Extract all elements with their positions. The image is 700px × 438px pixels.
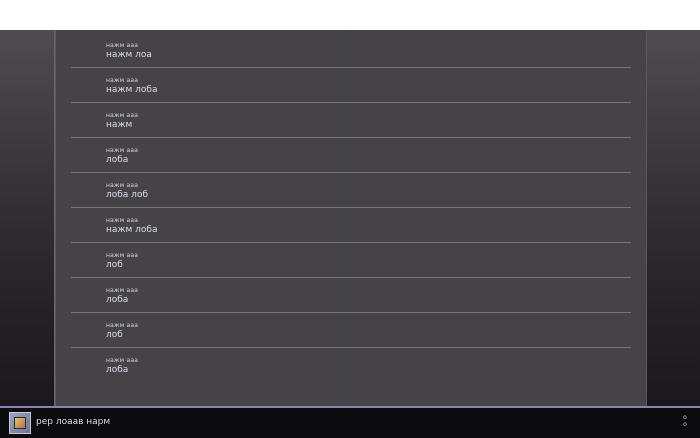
list-item-kicker: нажм ааа [106,217,139,224]
list-item-kicker: нажм ааа [106,42,139,49]
list-item-kicker: нажм ааа [106,112,139,119]
app-icon-glyph [14,417,26,429]
settings-list: нажм ааа нажм лоа нажм ааа нажм лоба наж… [71,33,631,383]
list-item-kicker: нажм ааа [106,182,139,189]
list-item-kicker: нажм ааа [106,252,139,259]
list-item[interactable]: нажм ааа лоб [71,313,631,348]
list-item-value: нажм лоба [106,225,158,235]
app-window: нажм ааа нажм лоа нажм ааа нажм лоба наж… [0,30,700,406]
tray-glyph: о [683,421,687,428]
list-item-value: нажм лоба [106,85,158,95]
list-item-value: нажм лоа [106,50,152,60]
list-item-value: лоба [106,155,129,165]
taskbar-title[interactable]: рер лоаав нарм [36,417,110,428]
list-item[interactable]: нажм ааа нажм лоба [71,208,631,243]
list-item[interactable]: нажм ааа лоба [71,348,631,383]
list-item-value: лоба [106,365,129,375]
list-item[interactable]: нажм ааа лоб [71,243,631,278]
right-side-gutter [645,30,700,406]
list-item-kicker: нажм ааа [106,287,139,294]
taskbar: рер лоаав нарм о о [0,406,700,438]
list-item-value: лоб [106,330,123,340]
list-item-value: лоба [106,295,129,305]
list-item[interactable]: нажм ааа лоба [71,278,631,313]
list-item-value: нажм [106,120,133,130]
app-icon[interactable] [9,412,31,434]
list-item[interactable]: нажм ааа лоба [71,138,631,173]
top-blank-area [0,0,700,30]
list-item-kicker: нажм ааа [106,322,139,329]
tray-glyph: о [683,414,687,421]
list-item-kicker: нажм ааа [106,147,139,154]
list-item-kicker: нажм ааа [106,357,139,364]
tray-indicator[interactable]: о о [680,414,690,432]
list-item-kicker: нажм ааа [106,77,139,84]
list-item-value: лоба лоб [106,190,148,200]
list-item[interactable]: нажм ааа нажм [71,103,631,138]
list-item-value: лоб [106,260,123,270]
list-item[interactable]: нажм ааа нажм лоа [71,33,631,68]
list-item[interactable]: нажм ааа лоба лоб [71,173,631,208]
content-panel: нажм ааа нажм лоа нажм ааа нажм лоба наж… [55,30,647,406]
left-side-gutter [0,30,55,406]
list-item[interactable]: нажм ааа нажм лоба [71,68,631,103]
